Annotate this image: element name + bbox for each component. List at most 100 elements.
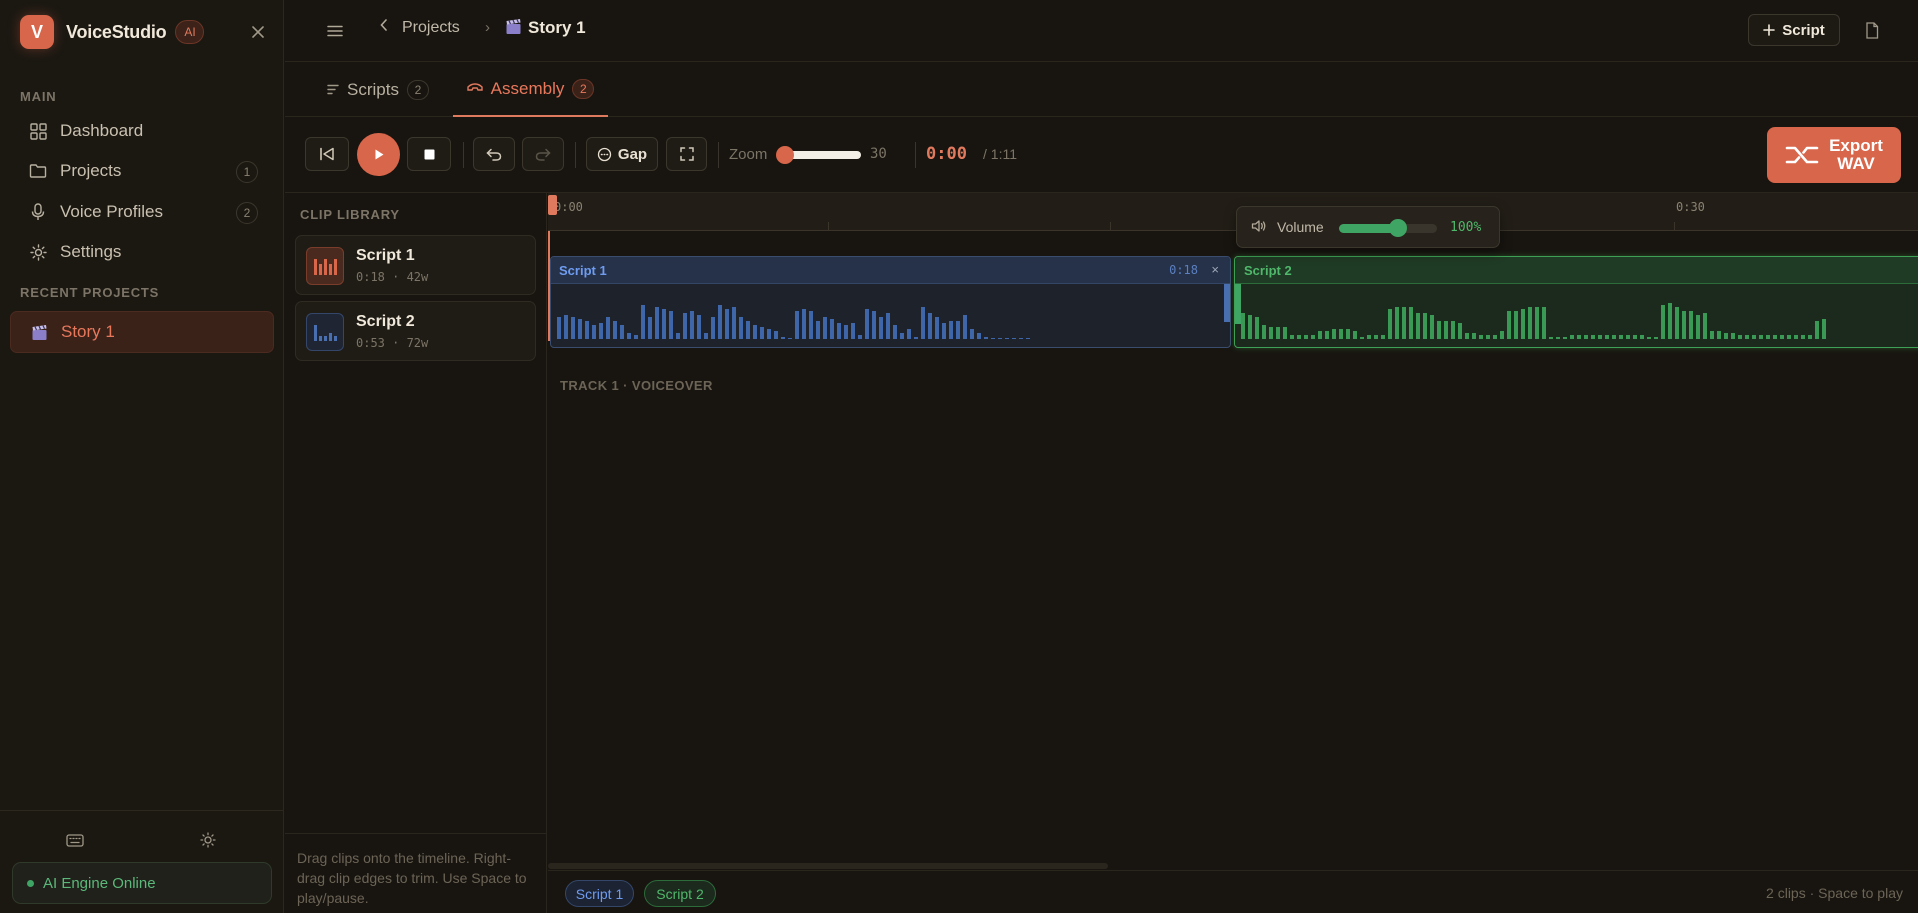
waveform-bar — [1556, 337, 1560, 339]
sun-icon[interactable] — [196, 828, 220, 852]
menu-icon[interactable] — [322, 18, 348, 44]
waveform-bar — [1465, 333, 1469, 339]
timeline-clip-script-2[interactable]: Script 2 — [1234, 256, 1918, 348]
waveform-bar — [711, 317, 715, 339]
expand-icon — [679, 147, 694, 161]
waveform-icon — [306, 313, 344, 351]
waveform-bar — [1241, 313, 1245, 339]
waveform-bar — [921, 307, 925, 339]
undo-button[interactable] — [473, 137, 515, 171]
waveform-bar — [1710, 331, 1714, 339]
library-clip-script-2[interactable]: Script 2 0:53 · 72w — [295, 301, 536, 361]
play-icon — [375, 149, 383, 160]
timeline[interactable]: 0:00 0:30 Script 1 0:18 × Script 2 Volum… — [548, 193, 1918, 870]
waveform-bar — [606, 317, 610, 339]
waveform-bar — [816, 321, 820, 339]
waveform-bar — [669, 311, 673, 339]
recent-project-story-1[interactable]: Story 1 — [10, 311, 274, 353]
sidebar-item-dashboard[interactable]: Dashboard — [10, 112, 274, 150]
sidebar-item-projects[interactable]: Projects 1 — [10, 152, 274, 190]
waveform-bar — [1012, 338, 1016, 339]
add-script-button[interactable]: Script — [1748, 14, 1840, 46]
tab-scripts[interactable]: Scripts 2 — [327, 62, 429, 117]
play-button[interactable] — [357, 133, 400, 176]
trim-handle-right[interactable] — [1224, 284, 1230, 322]
time-ruler[interactable]: 0:00 0:30 — [548, 193, 1918, 231]
clapperboard-icon — [29, 322, 49, 342]
gear-icon — [28, 242, 48, 262]
waveform-bar — [718, 305, 722, 339]
waveform-bar — [1437, 321, 1441, 339]
stop-button[interactable] — [407, 137, 451, 171]
trim-handle-left[interactable] — [1235, 284, 1241, 324]
tab-count: 2 — [406, 79, 429, 100]
waveform-icon — [306, 247, 344, 285]
chevron-left-icon[interactable] — [379, 18, 389, 37]
clip-header: Script 2 — [1235, 257, 1918, 284]
count-badge: 1 — [236, 161, 258, 183]
clip-chip-script-1[interactable]: Script 1 — [565, 880, 634, 907]
library-help-text: Drag clips onto the timeline. Right-drag… — [285, 833, 547, 913]
waveform-bar — [781, 337, 785, 339]
clip-name: Script 1 — [356, 247, 415, 264]
timeline-clip-script-1[interactable]: Script 1 0:18 × — [550, 256, 1231, 348]
waveform-bar — [942, 323, 946, 339]
volume-slider-track[interactable] — [1339, 224, 1437, 233]
horizontal-scrollbar[interactable] — [548, 863, 1108, 869]
volume-value: 100% — [1450, 220, 1482, 235]
waveform-bar — [977, 333, 981, 339]
page-title: Story 1 — [528, 18, 586, 37]
sidebar-item-voice-profiles[interactable]: Voice Profiles 2 — [10, 193, 274, 231]
divider — [718, 142, 719, 168]
waveform-bar — [1787, 335, 1791, 339]
breadcrumb-projects[interactable]: Projects — [402, 19, 460, 37]
current-time: 0:00 — [926, 144, 967, 164]
waveform-bar — [1584, 335, 1588, 339]
close-icon[interactable] — [246, 20, 270, 44]
keyboard-icon[interactable] — [63, 828, 87, 852]
ai-badge: AI — [175, 20, 205, 44]
waveform-bar — [599, 323, 603, 339]
export-label-line2: WAV — [1837, 154, 1875, 173]
waveform-bar — [1794, 335, 1798, 339]
zoom-slider-track[interactable] — [785, 151, 861, 159]
clip-name: Script 2 — [356, 313, 415, 330]
waveform-bar — [1290, 335, 1294, 339]
sidebar-item-settings[interactable]: Settings — [10, 233, 274, 271]
fit-to-screen-button[interactable] — [666, 137, 707, 171]
waveform-bar — [1801, 335, 1805, 339]
sidebar-item-label: Dashboard — [60, 121, 144, 140]
waveform-bar — [1311, 335, 1315, 339]
library-clip-script-1[interactable]: Script 1 0:18 · 42w — [295, 235, 536, 295]
skip-to-start-button[interactable] — [305, 137, 349, 171]
ruler-tick — [828, 222, 829, 231]
waveform-bar — [697, 315, 701, 339]
gap-button[interactable]: Gap — [586, 137, 658, 171]
waveform-bar — [732, 307, 736, 339]
zoom-slider-thumb[interactable] — [776, 146, 794, 164]
waveform-bar — [809, 311, 813, 339]
brand-name: VoiceStudio — [66, 21, 167, 42]
waveform-bar — [1563, 337, 1567, 339]
remove-clip-button[interactable]: × — [1211, 262, 1219, 277]
waveform-bar — [1780, 335, 1784, 339]
waveform-bar — [1005, 338, 1009, 339]
tab-assembly[interactable]: Assembly 2 — [453, 62, 608, 117]
redo-button[interactable] — [522, 137, 564, 171]
waveform-bar — [1304, 335, 1308, 339]
waveform — [1241, 299, 1826, 339]
waveform-bar — [1654, 337, 1658, 339]
document-icon[interactable] — [1859, 17, 1885, 43]
waveform-bar — [1752, 335, 1756, 339]
waveform-bar — [1612, 335, 1616, 339]
waveform-bar — [1731, 333, 1735, 339]
volume-slider-thumb[interactable] — [1388, 219, 1407, 237]
clip-chip-script-2[interactable]: Script 2 — [644, 880, 716, 907]
waveform-bar — [1458, 323, 1462, 339]
export-wav-button[interactable]: Export WAV — [1767, 127, 1901, 183]
waveform-bar — [1493, 335, 1497, 339]
waveform-bar — [1521, 309, 1525, 339]
waveform-bar — [578, 319, 582, 339]
bottom-bar: Script 1 Script 2 2 clips · Space to pla… — [548, 870, 1918, 913]
playhead-handle[interactable] — [548, 195, 557, 215]
